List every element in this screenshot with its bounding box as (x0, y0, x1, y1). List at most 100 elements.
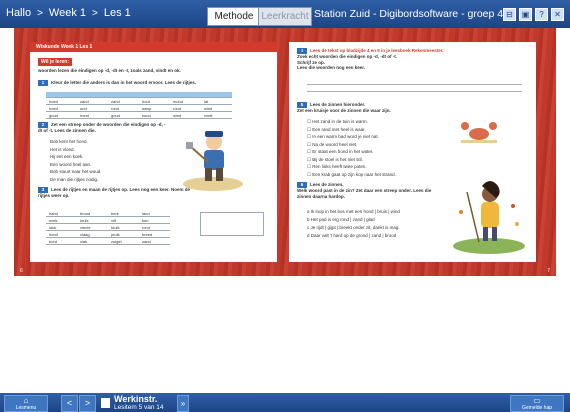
maximize-icon[interactable]: ▣ (519, 8, 532, 21)
table-cell: zand (139, 237, 170, 245)
list-item[interactable]: ☐ In een warm bad word je niet nat. (307, 133, 396, 141)
list-item[interactable]: ☐ Bij de stoel is het niet stil. (307, 156, 396, 164)
list-item-label: In een warm bad word je niet nat. (312, 134, 379, 139)
table-cell: oud (77, 104, 108, 112)
exercise-2[interactable]: 2 Zet een streep onder de woorden die ein… (38, 122, 168, 134)
item-title: Werkinstr. (114, 394, 158, 404)
table-cell: mond (170, 97, 201, 105)
crumb-week[interactable]: Week 1 (49, 7, 86, 19)
crumb-les[interactable]: Les 1 (104, 7, 131, 19)
sentence-list: Bob kent het hond. Het is vloed. Hij eet… (50, 138, 102, 183)
lesmenu-label: Lesmenu (15, 405, 37, 411)
table-cell: hoed (46, 97, 77, 105)
crab-illustration (461, 122, 497, 143)
tab-methode[interactable]: Methode (207, 7, 261, 26)
list-item[interactable]: d Daar valt 't hard op de grond | zand |… (307, 232, 400, 240)
goal-header: Wil je leren: (38, 58, 73, 66)
help-icon[interactable]: ? (535, 8, 548, 21)
list-item[interactable]: De man die rijtjes nodig. (50, 176, 102, 184)
table-cell: tuin (139, 216, 170, 224)
list-item[interactable]: ☐ Er staat een hond in het water. (307, 148, 396, 156)
list-item[interactable]: Hij eet een koek. (50, 153, 102, 161)
exercise-number: 1 (38, 80, 48, 86)
prev-button[interactable]: < (61, 395, 78, 412)
list-item[interactable]: ☐ Het zand in de tuin is warm. (307, 118, 396, 126)
list-item-label: Het zand in de tuin is warm. (312, 119, 368, 124)
minimize-icon[interactable]: ⊟ (503, 8, 516, 21)
list-item[interactable]: ☐ Een krab gaat op zijn kop naar het str… (307, 171, 396, 179)
table-cell: melk (46, 216, 77, 224)
table-cell: zand (108, 97, 139, 105)
list-item-label: Een krab gaat op zijn kop naar het stran… (312, 171, 396, 177)
list-item-label: Ik loop in het bos met een hond | bruis … (310, 209, 400, 214)
table-cell: goud (46, 111, 77, 119)
list-item[interactable]: Bob kent het hond. (50, 138, 102, 146)
exercise-title: Lees de zinnen hieronder. (310, 102, 366, 107)
table-cell: zuigel (108, 237, 139, 245)
bottom-bar: ⌂ Lesmenu < > Werkinstr. Lesitem 5 van 1… (0, 393, 570, 412)
table-cell: hoed (46, 104, 77, 112)
list-item[interactable]: Het is vloed. (50, 146, 102, 154)
workbook-page-right: 4 Lees de tekst op bladzijde 4 en 5 in je… (289, 42, 536, 262)
list-item[interactable]: b Het pad is erg rond | zand | glad (307, 216, 400, 224)
close-icon[interactable]: ✕ (551, 8, 564, 21)
worksheet-icon (101, 398, 110, 408)
writing-lines[interactable] (307, 78, 522, 92)
exercise-4[interactable]: 4 Lees de tekst op bladzijde 4 en 5 in je… (297, 48, 517, 71)
list-item[interactable]: c Je rijdt | gijpt | breekt onder zit, d… (307, 224, 400, 232)
answer-box[interactable] (200, 212, 264, 236)
table-cell: bord (46, 237, 77, 245)
chevron-right-icon: > (92, 7, 98, 19)
table-cell: kruis (77, 216, 108, 224)
exercise-line: Lees die woorden nog een keer. (297, 65, 366, 70)
chevron-right-icon: > (37, 7, 43, 19)
table-cell: wind (201, 104, 232, 112)
exercise-text: Zet een streep onder de woorden die eind… (38, 122, 166, 133)
exercise-title: Lees de tekst op bladzijde 4 en 5 in je … (310, 48, 444, 53)
list-item-label: Je rijdt | gijpt | breekt onder zit, dan… (310, 225, 400, 230)
workbook-page-left: Wiskunde Week 1 Les 1 Wil je leren: woor… (30, 42, 277, 262)
table-cell: hout (139, 97, 170, 105)
list-item-label: Het pad is erg rond | zand | glad (310, 217, 375, 222)
list-item[interactable]: ☐ Na de woord heel niet. (307, 141, 396, 149)
book-stage: Wiskunde Week 1 Les 1 Wil je leren: woor… (14, 28, 556, 276)
expand-button[interactable]: » (177, 395, 189, 412)
list-item[interactable]: a Ik loop in het bos met een hond | brui… (307, 208, 400, 216)
table-cell: vlecht (77, 223, 108, 231)
question-icon: ▭ (533, 396, 541, 405)
page-number-right: 7 (547, 268, 550, 274)
list-item-label: Ren links heeft twee poten. (312, 164, 367, 169)
table-cell: rond (170, 104, 201, 112)
table-cell: wind (170, 111, 201, 119)
exercise-text: Kleur de letter die anders is dan in het… (51, 80, 197, 85)
exercise-6[interactable]: 6 Lees de zinnen. Welk woord past in de zi… (297, 182, 437, 199)
table-cell: lat (201, 97, 232, 105)
checkbox-list: ☐ Het zand in de tuin is warm. ☐ Een ran… (307, 118, 396, 178)
list-item-label: Daar valt 't hard op de grond | zand | b… (310, 233, 397, 238)
tab-leerkracht[interactable]: Leerkracht (258, 7, 312, 26)
breadcrumb: Hallo > Week 1 > Les 1 (6, 7, 131, 19)
exercise-1[interactable]: 1 Kleur de letter die anders is dan in he… (38, 80, 196, 86)
table-cell: zand (77, 97, 108, 105)
table-cell: kruik (108, 223, 139, 231)
goal-text: woorden lezen die eindigen op -d, -dt en… (38, 68, 181, 73)
list-item[interactable]: Een woord heel aan. (50, 161, 102, 169)
list-item[interactable]: ☐ Een rand met heel is waar. (307, 126, 396, 134)
crumb-hallo[interactable]: Hallo (6, 7, 31, 19)
list-item-label: Bij de stoel is het niet stil. (312, 156, 363, 162)
exercise-3[interactable]: 3 Lees de rijtjes en maan de rijtjes op. … (38, 187, 198, 199)
table-cell: stuk (46, 223, 77, 231)
list-item-label: Er staat een hond in het water. (312, 149, 374, 154)
exercise-sub: Welk woord past in de zin? Zet daar een … (297, 188, 432, 199)
list-item[interactable]: ☐ Ren links heeft twee poten. (307, 163, 396, 171)
exercise-5[interactable]: 5 Lees de zinnen hieronder. Zet een kruisj… (297, 102, 447, 114)
table-cell: rond (139, 223, 170, 231)
list-item[interactable]: Bob stuurt naar het woud. (50, 168, 102, 176)
lesmenu-button[interactable]: ⌂ Lesmenu (4, 395, 48, 412)
table-cell: vlaag (77, 230, 108, 238)
help-button[interactable]: ▭ Gemelde hap (510, 395, 564, 412)
choice-list: a Ik loop in het bos met een hond | brui… (307, 208, 400, 240)
word-table-1: hoed zand zand hout mond lat hoed oud rond wesp r… (46, 92, 232, 119)
next-button[interactable]: > (79, 395, 96, 412)
list-item-label: Na de woord heel niet. (312, 141, 358, 147)
